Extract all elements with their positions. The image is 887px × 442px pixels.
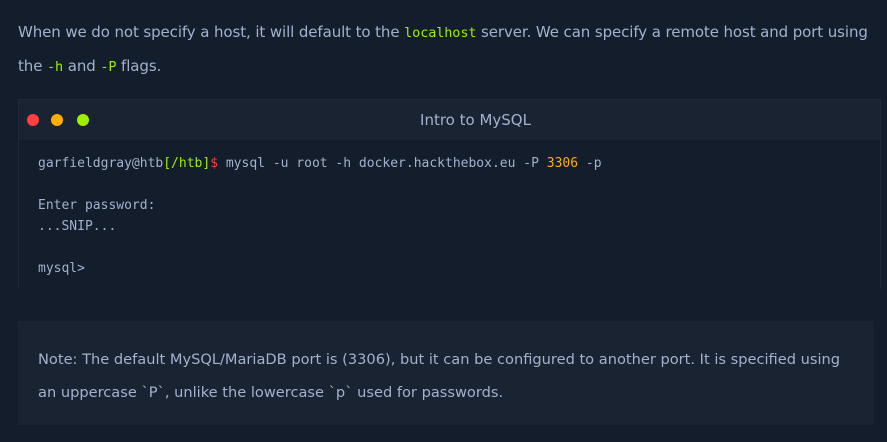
intro-text-after: flags. <box>116 57 162 75</box>
command-port: 3306 <box>546 156 579 171</box>
terminal-password-line: Enter password: <box>38 198 156 213</box>
terminal-header: Intro to MySQL <box>19 100 880 141</box>
command-text-end: -p <box>578 156 602 171</box>
terminal-body[interactable]: garfieldgray@htb[/htb]$ mysql -u root -h… <box>19 141 880 289</box>
intro-text-before: When we do not specify a host, it will d… <box>18 23 405 41</box>
prompt-path: [/htb] <box>163 156 211 171</box>
command-text: mysql -u root -h docker.hackthebox.eu -P <box>218 156 547 171</box>
code-localhost: localhost <box>404 25 477 41</box>
terminal-command-line: garfieldgray@htb[/htb]$ mysql -u root -h… <box>38 153 861 174</box>
intro-text-and: and <box>63 57 101 75</box>
intro-paragraph: When we do not specify a host, it will d… <box>18 16 880 84</box>
prompt-dollar: $ <box>210 156 219 171</box>
note-box: Note: The default MySQL/MariaDB port is … <box>18 321 874 425</box>
terminal-window: Intro to MySQL garfieldgray@htb[/htb]$ m… <box>18 99 881 289</box>
note-text: Note: The default MySQL/MariaDB port is … <box>38 351 841 401</box>
code-h-flag: -h <box>47 59 64 75</box>
code-P-flag: -P <box>100 59 117 75</box>
terminal-title: Intro to MySQL <box>420 111 531 129</box>
terminal-mysql-prompt: mysql> <box>38 261 85 276</box>
prompt-user: garfieldgray@htb <box>38 156 164 171</box>
terminal-snip-line: ...SNIP... <box>38 219 117 234</box>
